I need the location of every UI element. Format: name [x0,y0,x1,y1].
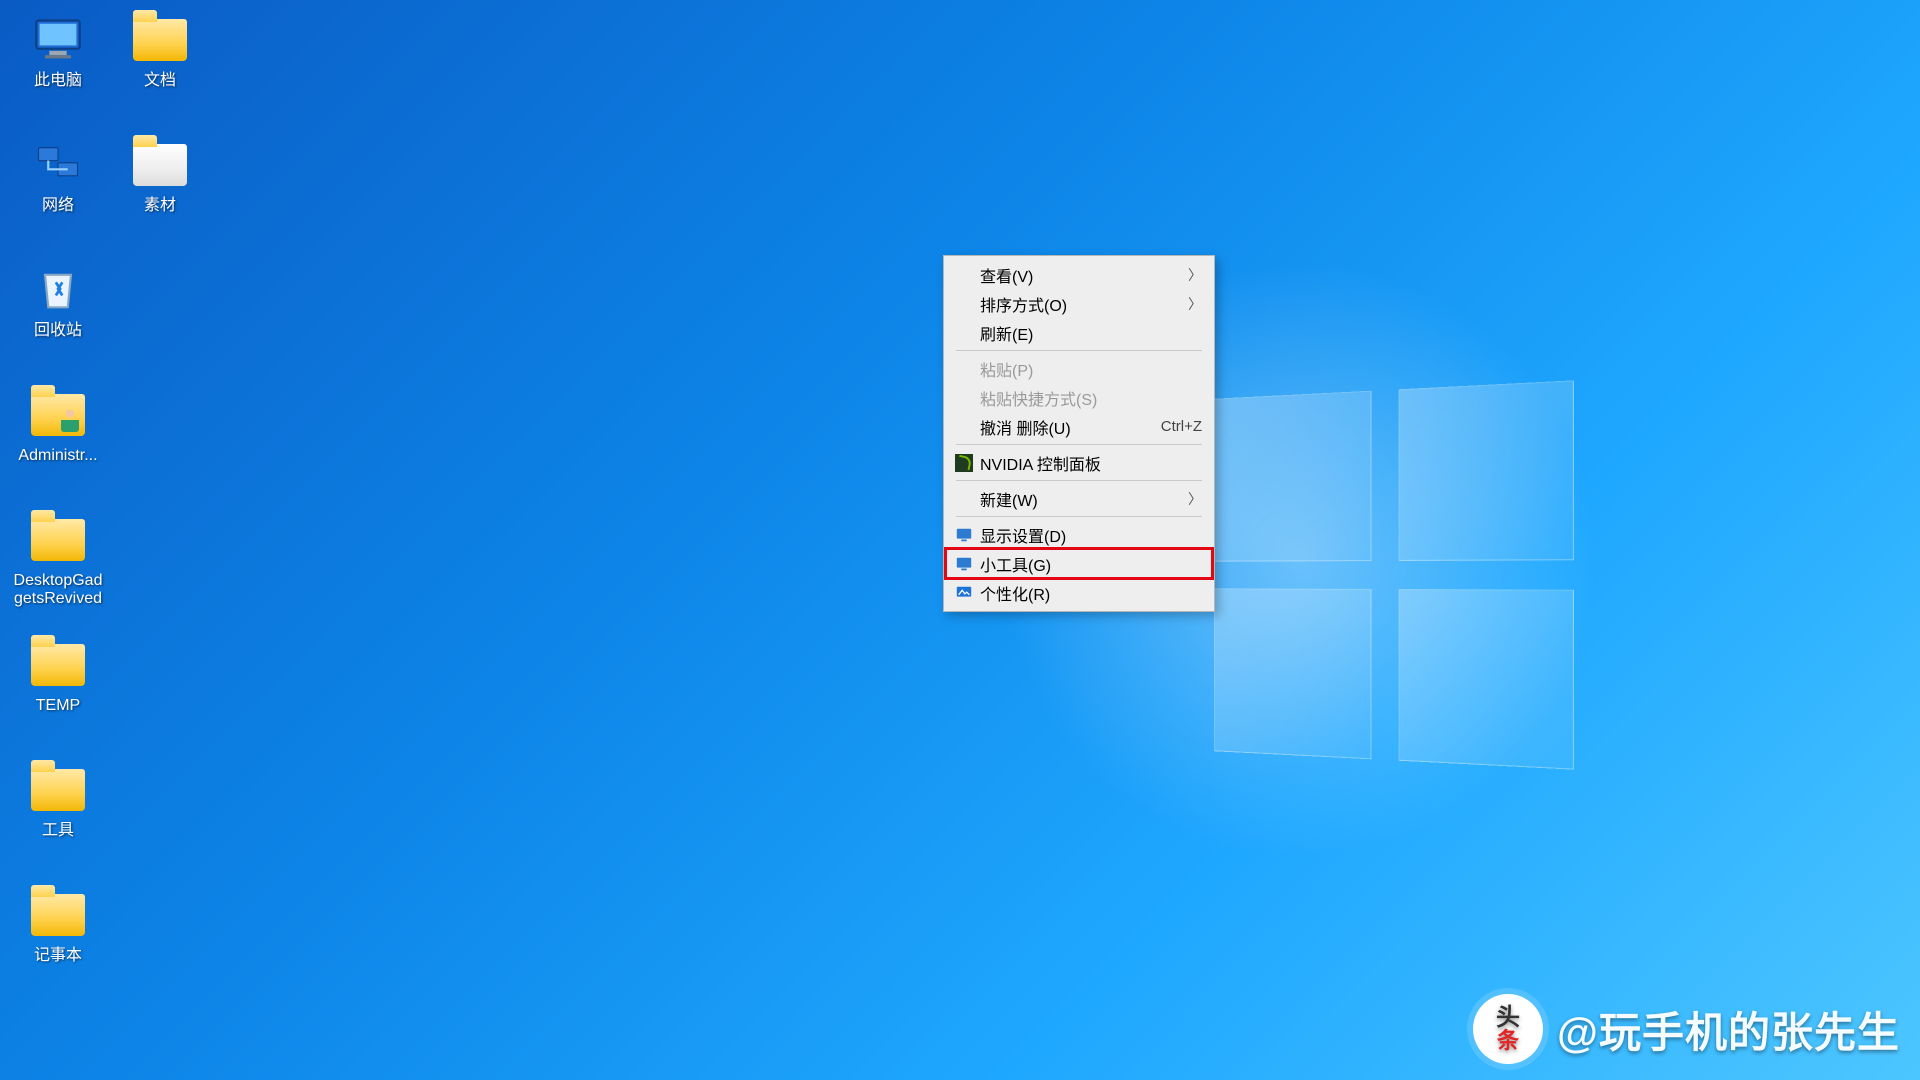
menu-item-nvidia-control-panel[interactable]: NVIDIA 控制面板 [946,448,1212,477]
desktop-icon-label: DesktopGadgetsRevived [10,572,106,609]
menu-separator [956,516,1202,517]
menu-item-undo-delete[interactable]: 撤消 删除(U) Ctrl+Z [946,412,1212,441]
menu-item-display-settings[interactable]: 显示设置(D) [946,520,1212,549]
watermark-badge-icon: 头 条 [1473,994,1543,1064]
chevron-right-icon: 〉 [1188,489,1202,509]
desktop-icon-label: TEMP [36,697,80,715]
display-settings-icon [952,526,976,544]
desktop[interactable]: 此电脑 网络 回收站 Administr... DesktopGadgetsRe… [0,0,1920,1080]
folder-thumbnail-icon [132,139,188,191]
desktop-icon-recycle-bin[interactable]: 回收站 [8,250,108,375]
menu-item-paste: 粘贴(P) [946,354,1212,383]
desktop-icon-label: Administr... [18,447,97,465]
menu-item-refresh[interactable]: 刷新(E) [946,318,1212,347]
menu-item-label: 刷新(E) [980,321,1202,345]
recycle-bin-icon [30,264,86,316]
folder-icon [132,14,188,66]
desktop-icon-label: 记事本 [34,947,82,965]
desktop-column-2: 文档 素材 [110,0,210,250]
desktop-icon-assets[interactable]: 素材 [110,125,210,250]
menu-item-paste-shortcut: 粘贴快捷方式(S) [946,383,1212,412]
menu-item-label: 新建(W) [980,487,1202,511]
menu-item-label: 排序方式(O) [980,292,1202,316]
menu-item-new[interactable]: 新建(W) 〉 [946,484,1212,513]
desktop-icon-label: 此电脑 [34,72,82,90]
watermark-badge-top: 头 [1496,1006,1520,1030]
menu-item-label: 查看(V) [980,263,1202,287]
desktop-icon-label: 素材 [144,197,176,215]
folder-icon [30,514,86,566]
menu-item-personalize[interactable]: 个性化(R) [946,578,1212,607]
desktop-icon-temp[interactable]: TEMP [8,625,108,750]
menu-item-label: 显示设置(D) [980,523,1202,547]
gadgets-icon [952,555,976,573]
menu-item-sort[interactable]: 排序方式(O) 〉 [946,289,1212,318]
menu-separator [956,350,1202,351]
menu-item-label: 撤消 删除(U) [980,415,1161,439]
network-icon [30,139,86,191]
menu-item-label: NVIDIA 控制面板 [980,451,1202,475]
folder-icon [30,889,86,941]
folder-icon [30,764,86,816]
menu-item-label: 个性化(R) [980,581,1202,605]
watermark: 头 条 @玩手机的张先生 [1473,994,1900,1064]
menu-item-label: 小工具(G) [980,552,1202,576]
desktop-icon-network[interactable]: 网络 [8,125,108,250]
menu-item-label: 粘贴(P) [980,357,1202,381]
desktop-icon-notepad[interactable]: 记事本 [8,875,108,1000]
desktop-icon-label: 文档 [144,72,176,90]
nvidia-icon [952,454,976,472]
watermark-text: @玩手机的张先生 [1557,999,1900,1060]
desktop-context-menu: 查看(V) 〉 排序方式(O) 〉 刷新(E) 粘贴(P) 粘贴快捷方式(S) … [943,255,1215,612]
menu-item-gadgets[interactable]: 小工具(G) [946,549,1212,578]
desktop-icon-tools[interactable]: 工具 [8,750,108,875]
desktop-icon-label: 工具 [42,822,74,840]
menu-separator [956,444,1202,445]
menu-separator [956,480,1202,481]
desktop-icon-administrator[interactable]: Administr... [8,375,108,500]
desktop-icon-desktopgadgetsrevived[interactable]: DesktopGadgetsRevived [8,500,108,625]
chevron-right-icon: 〉 [1188,265,1202,285]
desktop-column-1: 此电脑 网络 回收站 Administr... DesktopGadgetsRe… [8,0,108,1000]
chevron-right-icon: 〉 [1188,294,1202,314]
menu-item-shortcut: Ctrl+Z [1161,418,1202,435]
monitor-icon [30,14,86,66]
desktop-icon-this-pc[interactable]: 此电脑 [8,0,108,125]
desktop-icon-label: 回收站 [34,322,82,340]
menu-item-view[interactable]: 查看(V) 〉 [946,260,1212,289]
desktop-icon-label: 网络 [42,197,74,215]
watermark-badge-bottom: 条 [1497,1030,1519,1052]
folder-person-icon [30,389,86,441]
desktop-icon-documents[interactable]: 文档 [110,0,210,125]
personalize-icon [952,584,976,602]
folder-icon [30,639,86,691]
menu-item-label: 粘贴快捷方式(S) [980,386,1202,410]
